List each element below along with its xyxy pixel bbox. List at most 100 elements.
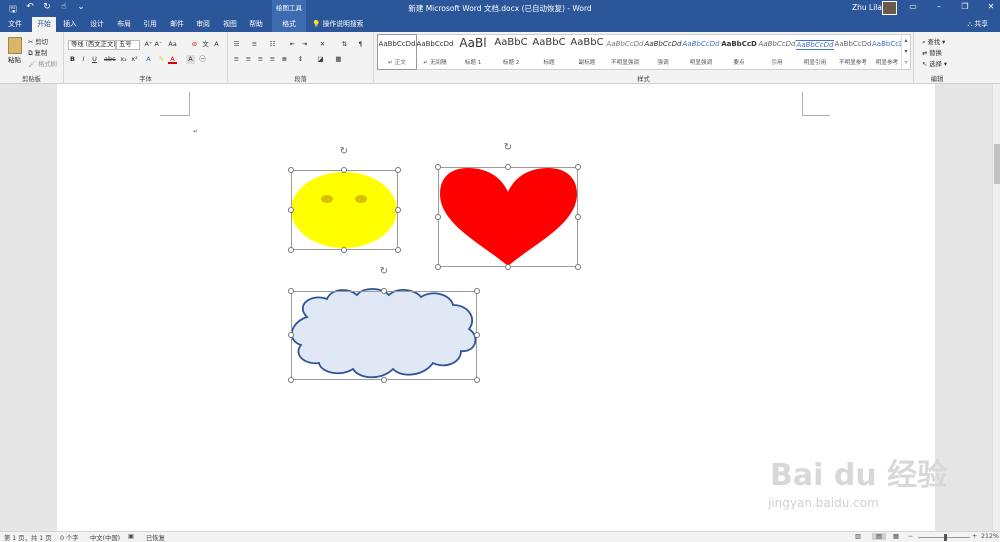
- style-heading-1[interactable]: AaBl 标题 1: [454, 35, 492, 69]
- heart-rotate-handle-icon[interactable]: ↻: [502, 142, 514, 154]
- styles-scroll[interactable]: ▴ ▾ ▿: [901, 35, 910, 69]
- restore-icon[interactable]: ❐: [960, 2, 970, 11]
- tab-view[interactable]: 视图: [218, 17, 242, 32]
- tab-help[interactable]: 帮助: [244, 17, 268, 32]
- smiley-shape[interactable]: ↻: [285, 145, 405, 255]
- resize-handle[interactable]: [474, 377, 480, 383]
- paste-button[interactable]: 粘贴: [8, 54, 21, 64]
- format-painter-button[interactable]: 🖌 格式刷: [28, 59, 57, 68]
- align-right-icon[interactable]: ≡: [256, 55, 265, 64]
- read-mode-icon[interactable]: ▥: [855, 533, 861, 540]
- zoom-out-icon[interactable]: −: [908, 533, 913, 540]
- style-heading-2[interactable]: AaBbC 标题 2: [492, 35, 530, 69]
- font-color-icon[interactable]: A: [168, 55, 177, 64]
- numbering-icon[interactable]: ≡: [250, 40, 259, 49]
- style-normal[interactable]: AaBbCcDd ↵ 正文: [377, 34, 417, 70]
- ribbon-display-options-icon[interactable]: ▭: [908, 2, 918, 11]
- change-case-icon[interactable]: Aa: [168, 40, 177, 49]
- style-intense-quote[interactable]: AaBbCcDd 明显引用: [796, 35, 834, 69]
- resize-handle[interactable]: [341, 247, 347, 253]
- character-shading-icon[interactable]: A: [186, 55, 195, 64]
- subscript-icon[interactable]: x₂: [119, 55, 128, 64]
- resize-handle[interactable]: [474, 332, 480, 338]
- show-marks-icon[interactable]: ¶: [356, 40, 365, 49]
- tab-references[interactable]: 引用: [138, 17, 162, 32]
- resize-handle[interactable]: [381, 288, 387, 294]
- heart-shape[interactable]: ↻: [432, 140, 586, 274]
- shading-icon[interactable]: ◪: [316, 55, 325, 64]
- word-count[interactable]: 0 个字: [60, 533, 79, 542]
- tell-me-search[interactable]: 💡 操作说明搜索: [312, 17, 363, 32]
- style-quote[interactable]: AaBbCcDd 引用: [758, 35, 796, 69]
- bold-icon[interactable]: B: [68, 55, 77, 64]
- find-button[interactable]: ⌕ 查找 ▾: [922, 37, 945, 47]
- resize-handle[interactable]: [341, 167, 347, 173]
- resize-handle[interactable]: [505, 264, 511, 270]
- style-subtle-reference[interactable]: AaBbCcDd 不明显参考: [834, 35, 872, 69]
- tab-home[interactable]: 开始: [32, 17, 56, 32]
- superscript-icon[interactable]: x²: [130, 55, 139, 64]
- print-layout-icon[interactable]: ▤: [872, 533, 886, 540]
- strikethrough-icon[interactable]: abc: [104, 55, 116, 64]
- style-no-spacing[interactable]: AaBbCcDd ↵ 无间隔: [416, 35, 454, 69]
- tab-review[interactable]: 审阅: [191, 17, 215, 32]
- copy-button[interactable]: ⧉ 复制: [28, 48, 47, 58]
- font-name-combo[interactable]: 等线 (西文正文): [68, 40, 116, 50]
- language[interactable]: 中文(中国): [90, 533, 120, 542]
- scrollbar-thumb[interactable]: [994, 144, 1000, 184]
- vertical-scrollbar[interactable]: [992, 84, 1000, 531]
- underline-icon[interactable]: U: [90, 55, 99, 64]
- shrink-font-icon[interactable]: A⁻: [154, 40, 163, 49]
- style-title[interactable]: AaBbC 标题: [530, 35, 568, 69]
- text-effects-icon[interactable]: A: [144, 55, 153, 64]
- resize-handle[interactable]: [288, 247, 294, 253]
- style-subtle-emphasis[interactable]: AaBbCcDd 不明显强调: [606, 35, 644, 69]
- multilevel-list-icon[interactable]: ☷: [268, 40, 277, 49]
- tab-mailings[interactable]: 邮件: [165, 17, 189, 32]
- style-intense-emphasis[interactable]: AaBbCcDd 明显强调: [682, 35, 720, 69]
- character-border-icon[interactable]: A: [212, 40, 221, 49]
- select-button[interactable]: ↖ 选择 ▾: [922, 59, 947, 68]
- borders-icon[interactable]: ▦: [334, 55, 343, 64]
- minimize-icon[interactable]: –: [934, 2, 944, 11]
- font-size-combo[interactable]: 五号: [116, 40, 140, 50]
- paste-icon[interactable]: [8, 37, 22, 54]
- resize-handle[interactable]: [288, 332, 294, 338]
- zoom-slider-thumb[interactable]: [944, 534, 947, 541]
- increase-indent-icon[interactable]: ⇥: [300, 40, 309, 49]
- enclose-characters-icon[interactable]: ㊀: [198, 55, 207, 64]
- tab-format[interactable]: 格式: [272, 17, 306, 32]
- zoom-level[interactable]: 212%: [981, 533, 999, 540]
- sort-icon[interactable]: ⇅: [340, 40, 349, 49]
- page-count[interactable]: 第 1 页，共 1 页: [4, 533, 52, 542]
- close-icon[interactable]: ✕: [986, 2, 996, 11]
- smiley-rotate-handle-icon[interactable]: ↻: [338, 146, 350, 158]
- clear-formatting-icon[interactable]: ⊘: [190, 40, 199, 49]
- style-subtitle[interactable]: AaBbC 副标题: [568, 35, 606, 69]
- resize-handle[interactable]: [575, 164, 581, 170]
- resize-handle[interactable]: [288, 207, 294, 213]
- resize-handle[interactable]: [288, 167, 294, 173]
- cloud-shape[interactable]: ↻: [285, 265, 483, 385]
- resize-handle[interactable]: [395, 207, 401, 213]
- share-button[interactable]: ⛬ 共享: [967, 17, 988, 32]
- resize-handle[interactable]: [288, 288, 294, 294]
- avatar[interactable]: [882, 1, 897, 15]
- web-layout-icon[interactable]: ▦: [893, 533, 899, 540]
- cloud-rotate-handle-icon[interactable]: ↻: [378, 266, 390, 278]
- justify-icon[interactable]: ≡: [268, 55, 277, 64]
- resize-handle[interactable]: [435, 164, 441, 170]
- resize-handle[interactable]: [381, 377, 387, 383]
- proofing-icon[interactable]: ▣: [128, 533, 134, 540]
- decrease-indent-icon[interactable]: ⇤: [288, 40, 297, 49]
- resize-handle[interactable]: [288, 377, 294, 383]
- grow-font-icon[interactable]: A⁺: [144, 40, 153, 49]
- resize-handle[interactable]: [395, 167, 401, 173]
- tab-design[interactable]: 设计: [85, 17, 109, 32]
- style-intense-reference[interactable]: AaBbCcDd明显参考: [872, 35, 902, 69]
- resize-handle[interactable]: [474, 288, 480, 294]
- chinese-layout-icon[interactable]: ✕: [318, 40, 327, 49]
- bullets-icon[interactable]: ☰: [232, 40, 241, 49]
- align-center-icon[interactable]: ≡: [244, 55, 253, 64]
- resize-handle[interactable]: [575, 214, 581, 220]
